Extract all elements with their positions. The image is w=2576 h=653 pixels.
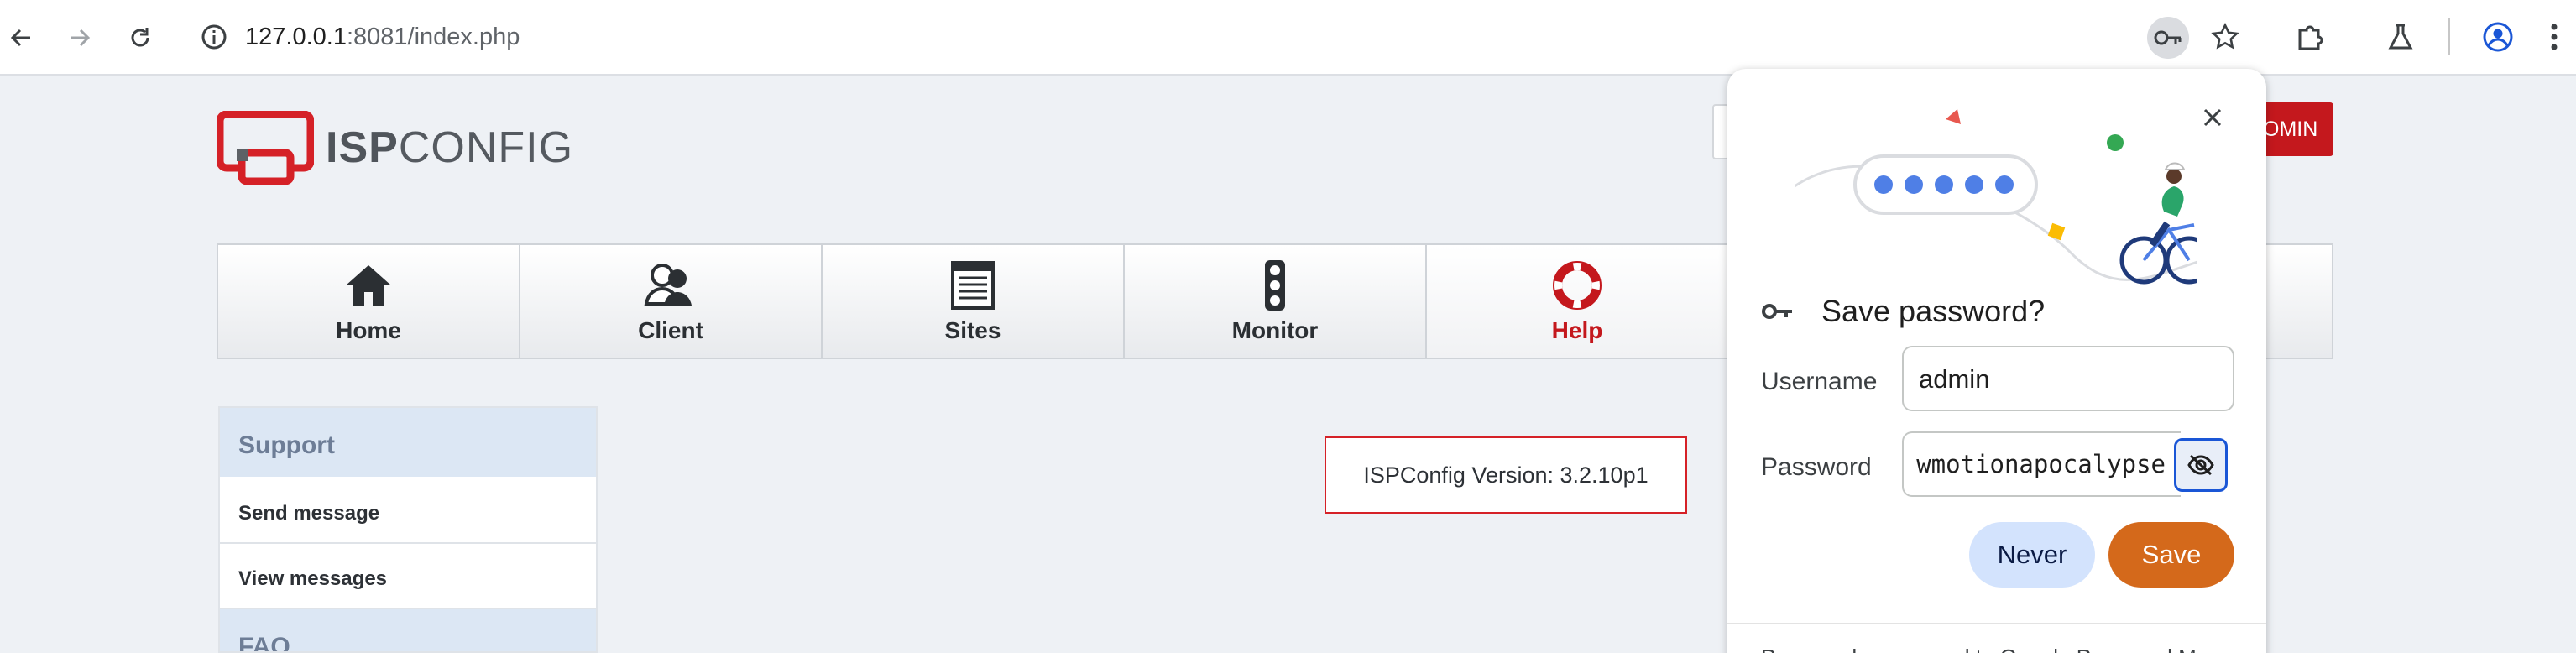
- menu-icon[interactable]: [2548, 20, 2560, 54]
- sidebar-section-support: Support: [220, 408, 596, 478]
- username-field[interactable]: admin: [1902, 346, 2234, 411]
- forward-icon[interactable]: [59, 17, 101, 59]
- profile-icon[interactable]: [2481, 20, 2515, 54]
- search-input[interactable]: [1712, 104, 1729, 159]
- nav-label: Help: [1551, 317, 1603, 343]
- toggle-password-visibility-button[interactable]: [2174, 438, 2228, 492]
- nav-item-sites[interactable]: Sites: [823, 245, 1125, 358]
- dialog-divider: [1727, 623, 2266, 624]
- close-icon[interactable]: [2194, 99, 2231, 136]
- dialog-footer-text[interactable]: Passwords are saved to Google Password M…: [1761, 645, 2265, 653]
- version-info: ISPConfig Version: 3.2.10p1: [1325, 436, 1687, 514]
- labs-flask-icon[interactable]: [2385, 22, 2416, 52]
- url-text[interactable]: 127.0.0.1:8081/index.php: [245, 20, 520, 54]
- nav-item-home[interactable]: Home: [218, 245, 520, 358]
- help-lifebuoy-icon: [1550, 259, 1604, 312]
- eye-off-icon: [2187, 454, 2214, 476]
- sidebar-section-faq: FAQ: [220, 609, 596, 651]
- password-label: Password: [1761, 453, 1872, 481]
- back-icon[interactable]: [0, 17, 42, 59]
- reload-icon[interactable]: [119, 17, 161, 59]
- nav-item-help[interactable]: Help: [1427, 245, 1729, 358]
- extensions-icon[interactable]: [2295, 22, 2325, 52]
- sidebar-item-view-messages[interactable]: View messages: [220, 544, 596, 609]
- nav-label: Monitor: [1231, 317, 1319, 343]
- logo-monitor-icon: [216, 110, 315, 185]
- save-password-dialog: Save password? Username admin Password w…: [1727, 69, 2266, 653]
- nav-label: Sites: [944, 317, 1001, 343]
- ispconfig-logo[interactable]: ISPCONFIG: [216, 110, 572, 186]
- dialog-title: Save password?: [1821, 294, 2046, 328]
- username-label: Username: [1761, 368, 1878, 395]
- site-info-icon[interactable]: [200, 23, 228, 51]
- never-button[interactable]: Never: [1969, 522, 2095, 588]
- client-icon: [644, 259, 698, 312]
- bookmark-star-icon[interactable]: [2211, 23, 2239, 51]
- key-icon: [1762, 304, 1792, 319]
- save-button[interactable]: Save: [2108, 522, 2234, 588]
- nav-item-monitor[interactable]: Monitor: [1125, 245, 1427, 358]
- home-icon: [342, 259, 395, 312]
- sidebar: Support Send message View messages FAQ: [218, 406, 598, 653]
- monitor-icon: [1248, 259, 1302, 312]
- password-field[interactable]: wmotionapocalypse: [1902, 431, 2181, 497]
- nav-label: Client: [638, 317, 703, 343]
- nav-item-client[interactable]: Client: [520, 245, 823, 358]
- address-bar[interactable]: 127.0.0.1:8081/index.php: [186, 8, 2266, 65]
- sidebar-item-send-message[interactable]: Send message: [220, 478, 596, 544]
- password-illustration: [1795, 109, 2197, 285]
- sites-icon: [946, 259, 1000, 312]
- password-key-icon[interactable]: [2147, 17, 2189, 59]
- nav-label: Home: [336, 317, 401, 343]
- browser-toolbar: 127.0.0.1:8081/index.php: [0, 0, 2576, 76]
- toolbar-divider: [2448, 18, 2450, 55]
